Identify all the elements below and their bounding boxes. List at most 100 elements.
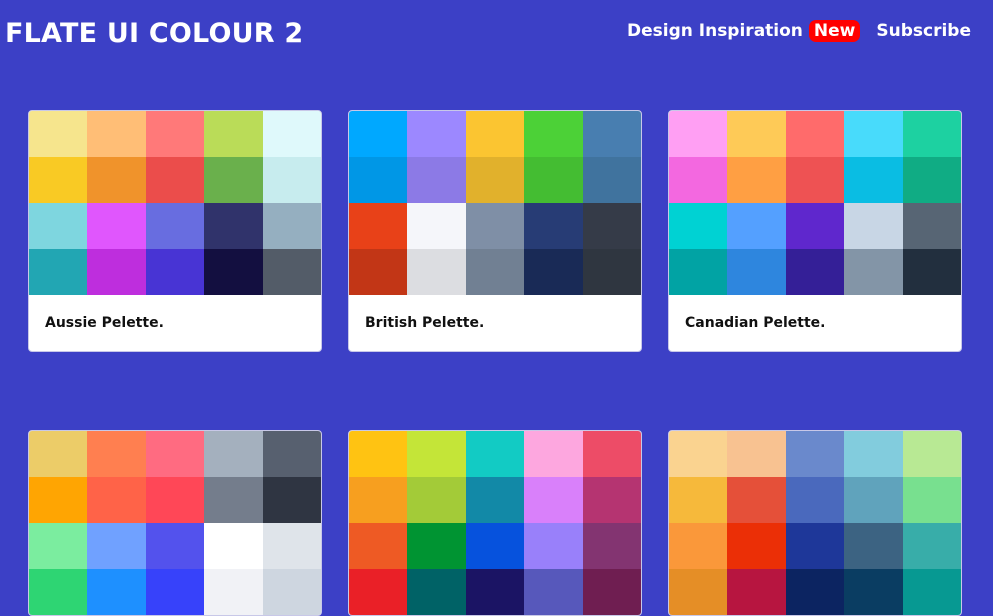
color-swatch[interactable] <box>349 431 408 477</box>
color-swatch[interactable] <box>524 111 583 157</box>
color-swatch[interactable] <box>349 523 408 569</box>
palette-card[interactable]: Canadian Pelette. <box>668 110 962 352</box>
color-swatch[interactable] <box>582 431 641 477</box>
color-swatch[interactable] <box>902 477 961 523</box>
color-swatch[interactable] <box>407 569 466 615</box>
color-swatch[interactable] <box>785 569 845 615</box>
color-swatch[interactable] <box>407 477 466 523</box>
color-swatch[interactable] <box>785 111 845 157</box>
color-swatch[interactable] <box>902 111 961 157</box>
color-swatch[interactable] <box>262 477 321 523</box>
color-swatch[interactable] <box>524 523 583 569</box>
color-swatch[interactable] <box>582 569 641 615</box>
color-swatch[interactable] <box>727 569 786 615</box>
color-swatch[interactable] <box>727 203 786 249</box>
color-swatch[interactable] <box>902 203 961 249</box>
color-swatch[interactable] <box>465 523 525 569</box>
color-swatch[interactable] <box>349 569 408 615</box>
color-swatch[interactable] <box>582 477 641 523</box>
color-swatch[interactable] <box>727 477 786 523</box>
color-swatch[interactable] <box>727 111 786 157</box>
color-swatch[interactable] <box>87 569 146 615</box>
color-swatch[interactable] <box>669 203 728 249</box>
color-swatch[interactable] <box>349 111 408 157</box>
color-swatch[interactable] <box>582 157 641 203</box>
color-swatch[interactable] <box>785 477 845 523</box>
color-swatch[interactable] <box>465 431 525 477</box>
color-swatch[interactable] <box>785 157 845 203</box>
color-swatch[interactable] <box>204 523 263 569</box>
color-swatch[interactable] <box>785 249 845 295</box>
color-swatch[interactable] <box>844 203 903 249</box>
color-swatch[interactable] <box>727 523 786 569</box>
color-swatch[interactable] <box>524 431 583 477</box>
color-swatch[interactable] <box>87 431 146 477</box>
color-swatch[interactable] <box>465 203 525 249</box>
color-swatch[interactable] <box>902 523 961 569</box>
color-swatch[interactable] <box>87 203 146 249</box>
color-swatch[interactable] <box>145 569 205 615</box>
color-swatch[interactable] <box>524 157 583 203</box>
color-swatch[interactable] <box>524 203 583 249</box>
color-swatch[interactable] <box>29 203 88 249</box>
color-swatch[interactable] <box>727 431 786 477</box>
color-swatch[interactable] <box>349 249 408 295</box>
color-swatch[interactable] <box>87 111 146 157</box>
color-swatch[interactable] <box>262 203 321 249</box>
color-swatch[interactable] <box>465 111 525 157</box>
color-swatch[interactable] <box>349 477 408 523</box>
color-swatch[interactable] <box>262 111 321 157</box>
color-swatch[interactable] <box>669 157 728 203</box>
color-swatch[interactable] <box>145 157 205 203</box>
color-swatch[interactable] <box>204 203 263 249</box>
color-swatch[interactable] <box>844 111 903 157</box>
nav-design-inspiration[interactable]: Design Inspiration <box>627 21 803 41</box>
color-swatch[interactable] <box>669 111 728 157</box>
color-swatch[interactable] <box>145 111 205 157</box>
color-swatch[interactable] <box>524 569 583 615</box>
color-swatch[interactable] <box>407 203 466 249</box>
brand-title[interactable]: FLATE UI COLOUR 2 <box>5 18 303 49</box>
color-swatch[interactable] <box>87 523 146 569</box>
color-swatch[interactable] <box>204 431 263 477</box>
color-swatch[interactable] <box>204 111 263 157</box>
color-swatch[interactable] <box>844 431 903 477</box>
color-swatch[interactable] <box>204 477 263 523</box>
color-swatch[interactable] <box>727 249 786 295</box>
color-swatch[interactable] <box>349 203 408 249</box>
color-swatch[interactable] <box>465 249 525 295</box>
color-swatch[interactable] <box>29 157 88 203</box>
color-swatch[interactable] <box>204 157 263 203</box>
color-swatch[interactable] <box>407 249 466 295</box>
color-swatch[interactable] <box>349 157 408 203</box>
color-swatch[interactable] <box>145 431 205 477</box>
color-swatch[interactable] <box>262 569 321 615</box>
color-swatch[interactable] <box>262 157 321 203</box>
color-swatch[interactable] <box>145 523 205 569</box>
nav-subscribe[interactable]: Subscribe <box>876 21 971 41</box>
color-swatch[interactable] <box>204 249 263 295</box>
color-swatch[interactable] <box>902 569 961 615</box>
color-swatch[interactable] <box>524 477 583 523</box>
color-swatch[interactable] <box>465 477 525 523</box>
color-swatch[interactable] <box>785 431 845 477</box>
color-swatch[interactable] <box>407 523 466 569</box>
palette-card[interactable]: Aussie Pelette. <box>28 110 322 352</box>
color-swatch[interactable] <box>902 249 961 295</box>
color-swatch[interactable] <box>204 569 263 615</box>
color-swatch[interactable] <box>785 203 845 249</box>
color-swatch[interactable] <box>844 523 903 569</box>
color-swatch[interactable] <box>669 431 728 477</box>
color-swatch[interactable] <box>524 249 583 295</box>
color-swatch[interactable] <box>407 111 466 157</box>
color-swatch[interactable] <box>29 523 88 569</box>
color-swatch[interactable] <box>844 569 903 615</box>
color-swatch[interactable] <box>582 523 641 569</box>
palette-card[interactable] <box>348 430 642 616</box>
color-swatch[interactable] <box>669 249 728 295</box>
palette-card[interactable] <box>28 430 322 616</box>
color-swatch[interactable] <box>844 157 903 203</box>
color-swatch[interactable] <box>29 431 88 477</box>
color-swatch[interactable] <box>785 523 845 569</box>
color-swatch[interactable] <box>669 477 728 523</box>
